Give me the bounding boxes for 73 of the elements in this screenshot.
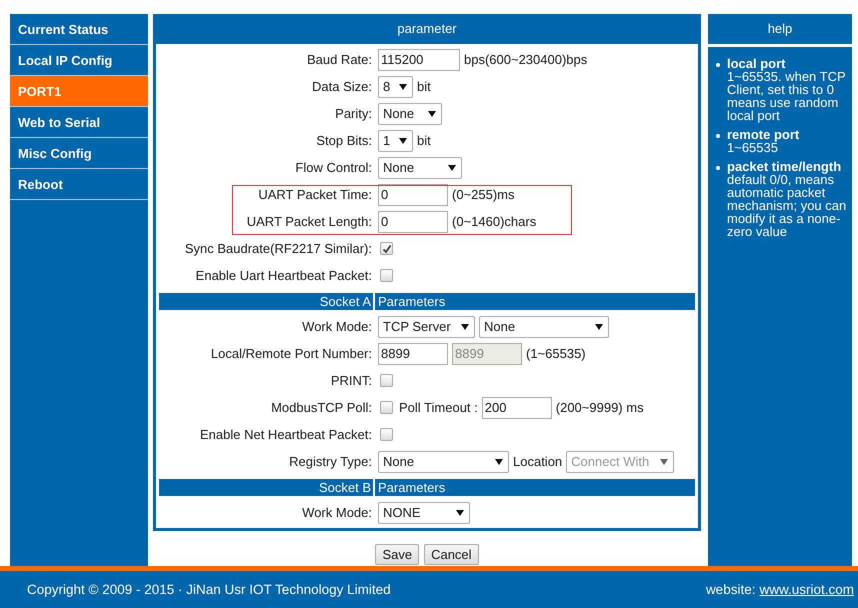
hint-text: (1~65535)	[526, 346, 586, 361]
field-label: Stop Bits:	[315, 133, 373, 148]
text-field[interactable]: 8899	[378, 342, 448, 364]
hint-text: (0~1460)chars	[452, 214, 536, 229]
panel-title: parameter	[156, 14, 698, 44]
caret-icon	[448, 164, 456, 170]
dropdown[interactable]: 1	[378, 130, 413, 152]
caret-icon	[399, 84, 407, 90]
dropdown[interactable]: None	[479, 316, 609, 338]
field-label: UART Packet Time:	[257, 187, 373, 202]
sidebar-item[interactable]: Current Status	[10, 14, 148, 45]
field-label: Sync Baudrate(RF2217 Similar):	[184, 241, 373, 256]
hint-text: bps(600~230400)bps	[464, 52, 588, 67]
section-subtitle: Parameters	[377, 479, 446, 496]
section-title: Socket A	[159, 293, 375, 310]
field-label: PRINT:	[330, 373, 373, 388]
field-label: ModbusTCP Poll:	[270, 400, 373, 415]
text-field[interactable]: 0	[378, 210, 448, 232]
sidebar-item[interactable]: Web to Serial	[10, 107, 148, 138]
bullet-icon	[716, 166, 720, 170]
sidebar-item[interactable]: Reboot	[10, 169, 148, 200]
checkbox[interactable]	[380, 428, 393, 441]
field-label: Registry Type:	[288, 454, 373, 469]
section-title: Socket B	[159, 479, 375, 496]
hint-text: bit	[417, 79, 431, 94]
dropdown[interactable]: None	[378, 102, 442, 124]
help-text: remote port 1~65535	[727, 128, 800, 154]
field-label: Baud Rate:	[306, 52, 373, 67]
field-label: UART Packet Length:	[246, 214, 373, 229]
caret-icon	[660, 458, 668, 464]
sidebar-item[interactable]: Misc Config	[10, 138, 148, 169]
field-label: Enable Uart Heartbeat Packet:	[194, 268, 373, 283]
help-text: local port 1~65535. when TCP Client, set this to 0 means use random local port	[727, 57, 846, 122]
field-label: Work Mode:	[301, 319, 373, 334]
dropdown[interactable]: NONE	[378, 502, 470, 524]
text-field[interactable]: 115200	[378, 48, 460, 70]
dropdown[interactable]: 8	[378, 76, 413, 98]
checkbox[interactable]	[380, 374, 393, 387]
field-label: Local/Remote Port Number:	[210, 346, 373, 361]
caret-icon	[595, 324, 603, 330]
dropdown[interactable]: None	[378, 156, 462, 178]
field-label: Enable Net Heartbeat Packet:	[199, 427, 373, 442]
field-label: Data Size:	[311, 79, 373, 94]
hint-text: bit	[417, 133, 431, 148]
hint-text: Location	[513, 454, 562, 469]
section-subtitle: Parameters	[377, 293, 446, 310]
caret-icon	[399, 138, 407, 144]
caret-icon	[428, 110, 436, 116]
website-link[interactable]: www.usriot.com	[759, 582, 854, 597]
hint-text: (0~255)ms	[452, 187, 514, 202]
form-button[interactable]: Cancel	[424, 544, 479, 565]
dropdown[interactable]: None	[378, 450, 509, 472]
field-label: Work Mode:	[301, 505, 373, 520]
field-label: Parity:	[334, 106, 373, 121]
bullet-icon	[716, 63, 720, 67]
panel-title: help	[708, 14, 852, 47]
hint-text: Poll Timeout :	[399, 400, 478, 415]
hint-text: (200~9999) ms	[556, 400, 644, 415]
text-field[interactable]: 0	[378, 184, 448, 206]
checkbox[interactable]	[380, 269, 393, 282]
checkbox[interactable]	[380, 242, 393, 255]
field-label: Flow Control:	[294, 160, 373, 175]
copyright-text: Copyright © 2009 - 2015 · JiNan Usr IOT Technology Limited	[27, 582, 391, 597]
text-field[interactable]: 200	[482, 396, 552, 418]
dropdown[interactable]: TCP Server	[378, 316, 475, 338]
checkbox[interactable]	[380, 401, 393, 414]
form-button[interactable]: Save	[375, 544, 420, 565]
caret-icon	[456, 510, 464, 516]
caret-icon	[461, 324, 469, 330]
caret-icon	[495, 458, 503, 464]
bullet-icon	[716, 134, 720, 138]
website-label: website:	[706, 582, 756, 597]
help-text: packet time/length default 0/0, means automatic packet mechanism; you can modify it as a none-zero value	[727, 160, 848, 238]
